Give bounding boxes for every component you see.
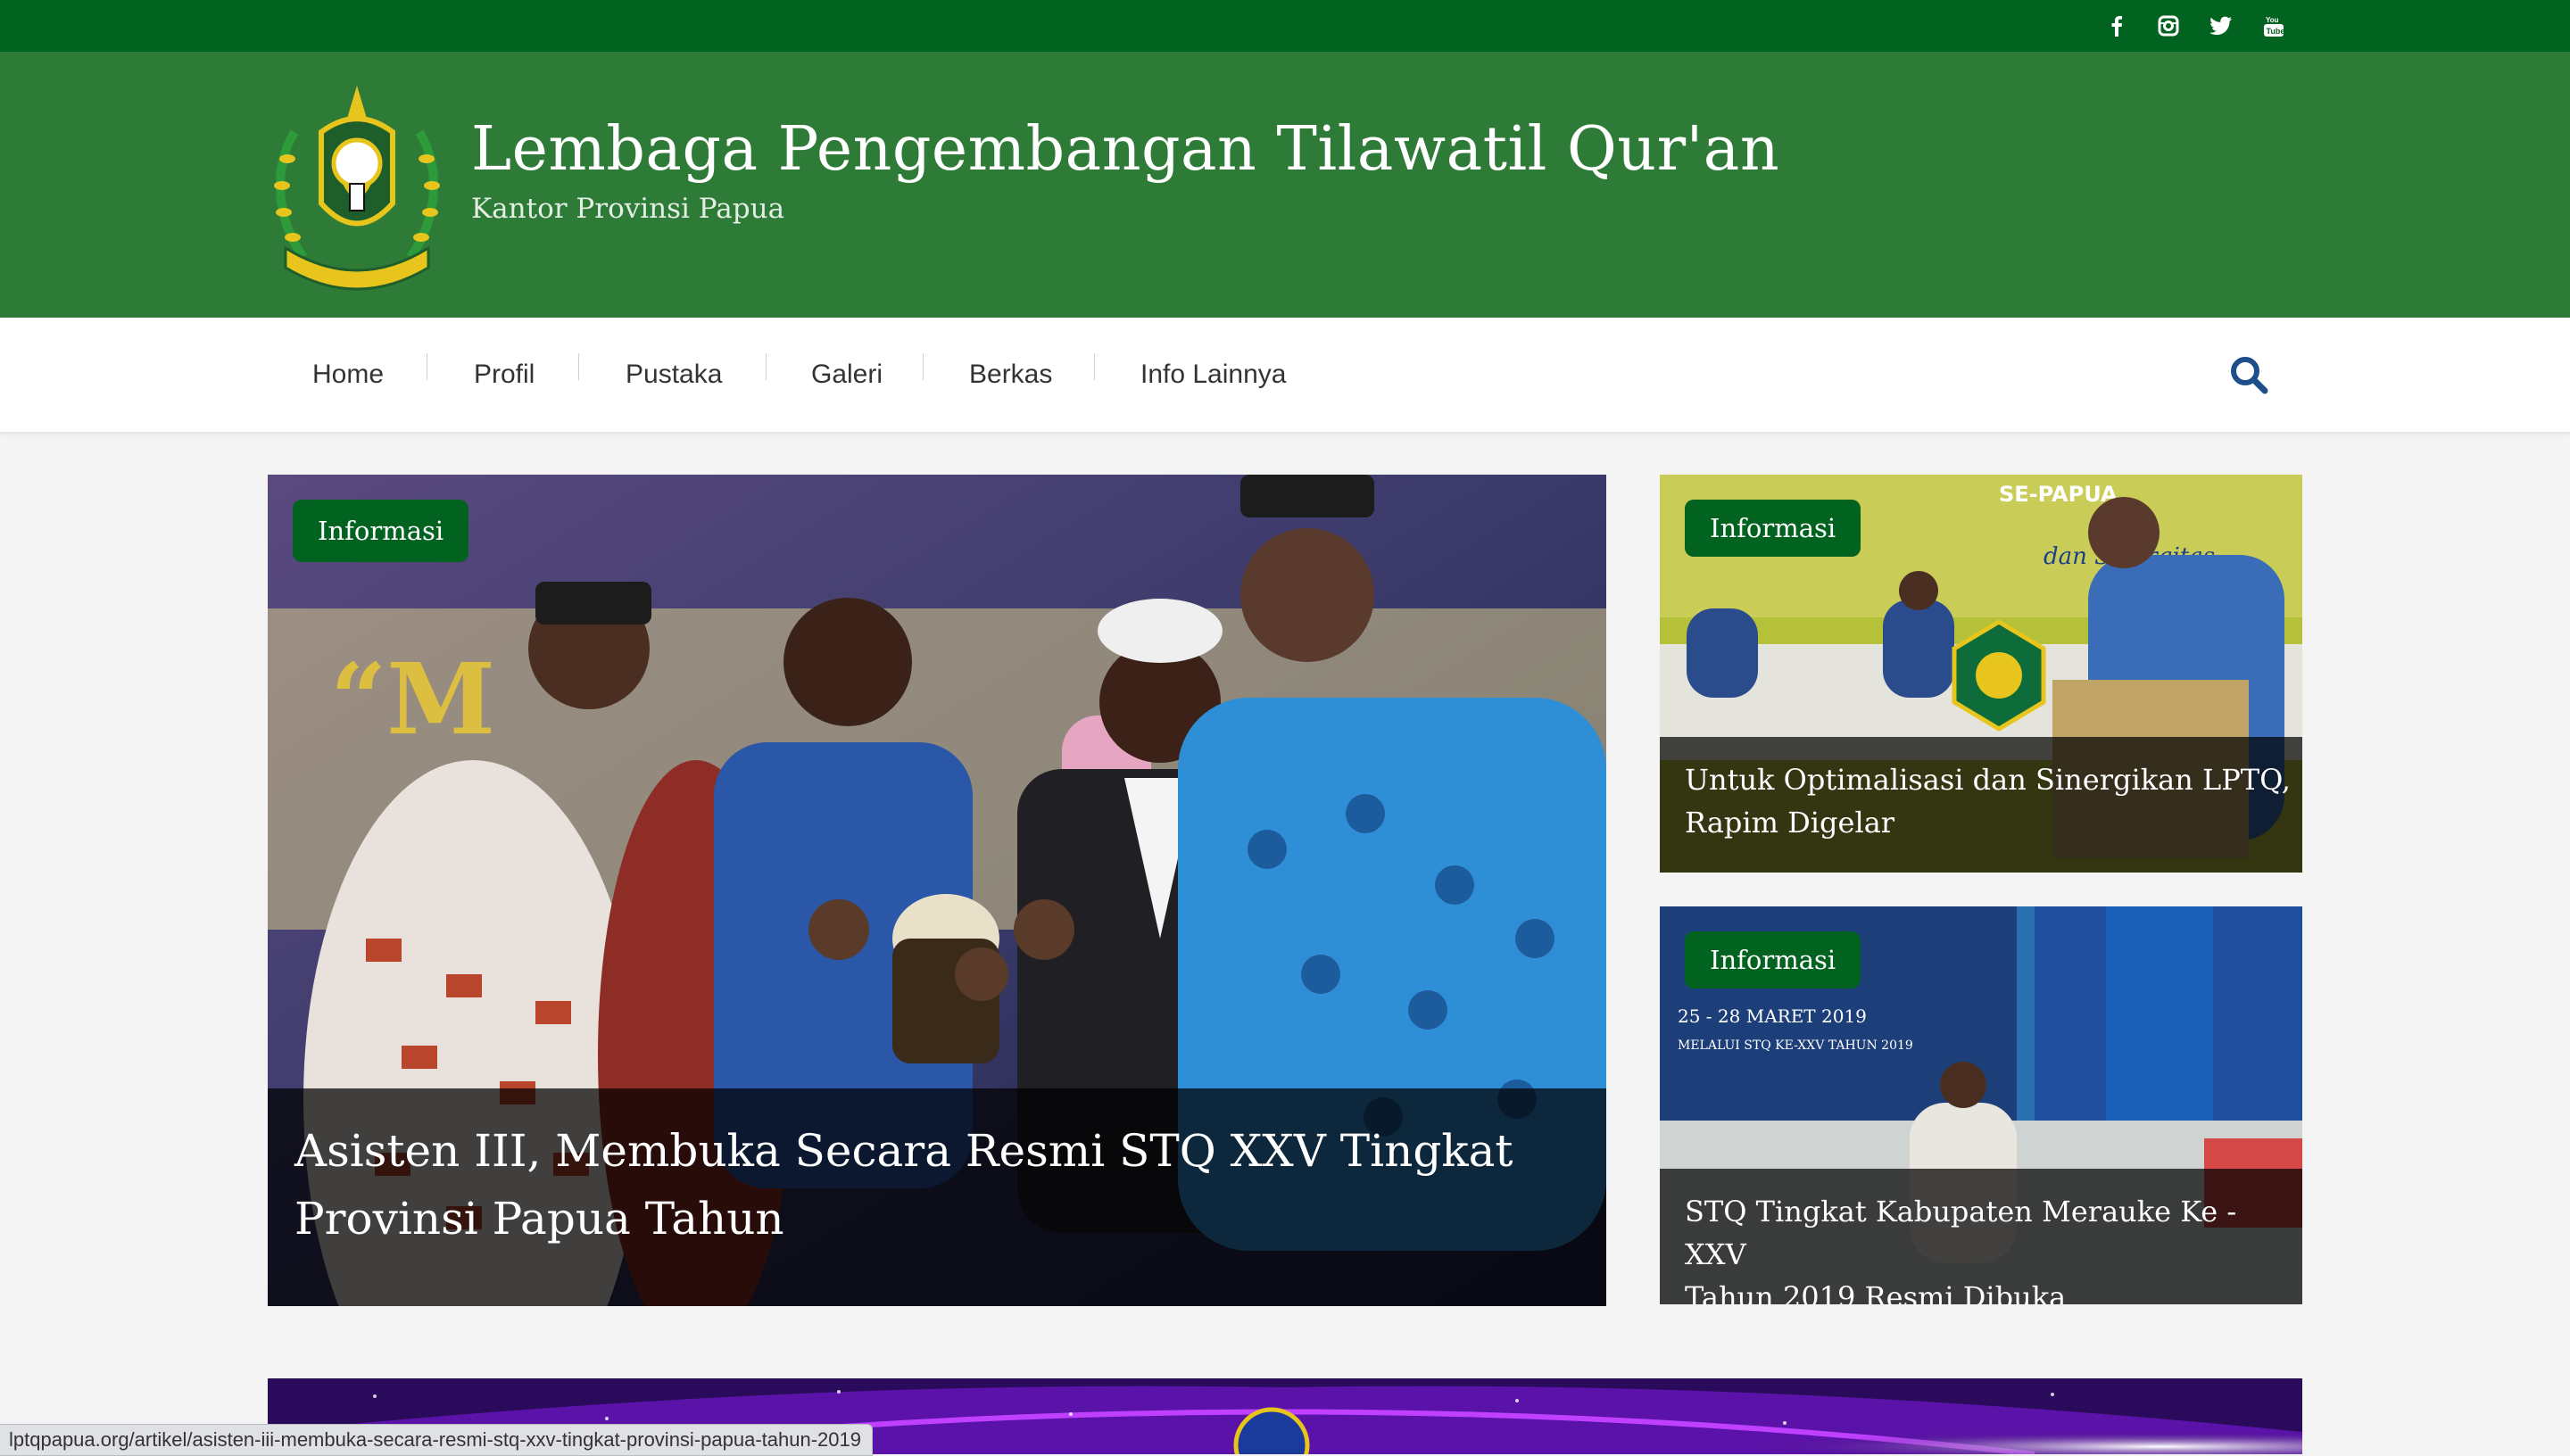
main-nav: Home Profil Pustaka Galeri Berkas Info L… [0,318,2570,433]
featured-main-caption[interactable]: Asisten III, Membuka Secara Resmi STQ XX… [268,1088,1606,1306]
category-badge[interactable]: Informasi [1685,500,1861,557]
featured-side-card[interactable]: SE-PAPUA dan Sinergitas Informasi Untuk … [1660,475,2302,873]
featured-main-title-line2[interactable]: Provinsi Papua Tahun [294,1185,1606,1253]
svg-text:You: You [2266,16,2279,24]
site-header: Lembaga Pengembangan Tilawatil Qur'an Ka… [0,52,2570,318]
site-tagline: Kantor Provinsi Papua [471,193,785,225]
nav-home[interactable]: Home [312,318,384,432]
featured-side-title-line1[interactable]: Untuk Optimalisasi dan Sinergikan LPTQ, [1685,758,2302,801]
search-icon[interactable] [2227,353,2270,396]
nav-berkas[interactable]: Berkas [969,318,1052,432]
status-url: lptqpapua.org/artikel/asisten-iii-membuk… [0,1424,873,1456]
nav-pustaka[interactable]: Pustaka [626,318,722,432]
featured-side-caption[interactable]: STQ Tingkat Kabupaten Merauke Ke - XXV T… [1660,1169,2302,1304]
nav-info-lainnya[interactable]: Info Lainnya [1140,318,1286,432]
category-badge[interactable]: Informasi [293,500,469,562]
youtube-icon[interactable]: You Tube [2256,0,2292,52]
site-logo[interactable] [268,79,446,293]
instagram-icon[interactable] [2151,0,2186,52]
featured-side-title-line2[interactable]: Rapim Digelar [1685,801,2302,844]
svg-text:25 - 28 MARET 2019: 25 - 28 MARET 2019 [1678,1005,1867,1027]
site-title[interactable]: Lembaga Pengembangan Tilawatil Qur'an [471,114,1779,185]
nav-profil[interactable]: Profil [474,318,535,432]
svg-text:SE-PAPUA: SE-PAPUA [1999,482,2118,507]
featured-side-title-line1[interactable]: STQ Tingkat Kabupaten Merauke Ke - XXV [1685,1190,2302,1276]
svg-text:Tube: Tube [2267,27,2285,36]
featured-main-title-line1[interactable]: Asisten III, Membuka Secara Resmi STQ XX… [294,1117,1606,1185]
svg-text:“M: “M [330,641,495,757]
svg-text:MELALUI STQ KE-XXV TAHUN 2019: MELALUI STQ KE-XXV TAHUN 2019 [1678,1038,1913,1053]
featured-side-title-line2[interactable]: Tahun 2019 Resmi Dibuka [1685,1276,2302,1304]
featured-side-card[interactable]: 25 - 28 MARET 2019 MELALUI STQ KE-XXV TA… [1660,906,2302,1304]
nav-divider [578,353,579,380]
nav-galeri[interactable]: Galeri [811,318,883,432]
facebook-icon[interactable] [2099,0,2135,52]
twitter-icon[interactable] [2203,0,2239,52]
featured-side-caption[interactable]: Untuk Optimalisasi dan Sinergikan LPTQ, … [1660,737,2302,873]
nav-divider [923,353,924,380]
category-badge[interactable]: Informasi [1685,931,1861,989]
nav-divider [766,353,767,380]
nav-divider [1094,353,1095,380]
top-bar: You Tube [0,0,2570,52]
featured-main-card[interactable]: “M Informasi Asisten III, Membuka Secara… [268,475,1606,1306]
